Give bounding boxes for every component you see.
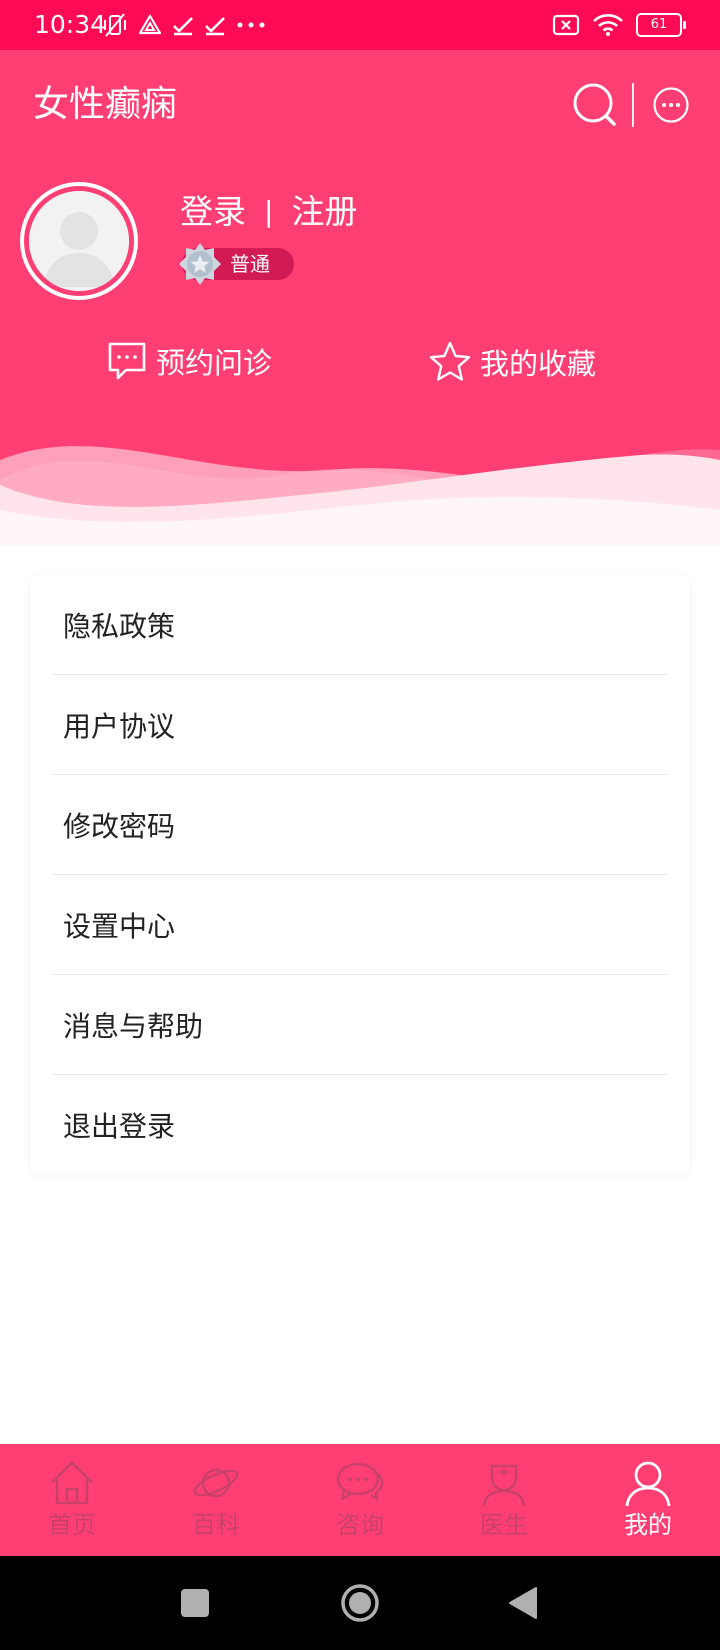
- back-triangle-icon: [509, 1587, 537, 1619]
- auth-separator: |: [264, 195, 274, 228]
- appointment-label: 预约问诊: [156, 346, 273, 380]
- user-icon: [623, 1458, 673, 1508]
- favorites-button[interactable]: 我的收藏: [428, 340, 596, 384]
- planet-icon: [191, 1458, 241, 1508]
- nav-item-home[interactable]: 首页: [0, 1444, 144, 1556]
- nav-item-doctor[interactable]: 医生: [432, 1444, 576, 1556]
- default-avatar-icon: [29, 191, 129, 291]
- nav-label-consult: 咨询: [336, 1511, 384, 1539]
- nav-label-home: 首页: [48, 1511, 96, 1539]
- square-icon: [181, 1589, 209, 1617]
- header-wave: [0, 446, 720, 545]
- header-actions: [572, 80, 690, 130]
- settings-menu: 隐私政策 用户协议 修改密码 设置中心 消息与帮助 退出登录: [30, 575, 690, 1175]
- nav-label-doctor: 医生: [480, 1511, 528, 1539]
- circle-icon: [341, 1584, 379, 1622]
- menu-item-label: 隐私政策: [63, 610, 176, 643]
- menu-item-label: 退出登录: [63, 1110, 176, 1143]
- nav-label-encyclopedia: 百科: [192, 1511, 240, 1539]
- menu-item-logout[interactable]: 退出登录: [30, 1075, 690, 1175]
- header-divider: [632, 83, 634, 127]
- appointment-button[interactable]: 预约问诊: [106, 340, 272, 382]
- auth-links: 登录 | 注册: [180, 192, 357, 232]
- more-circle-icon[interactable]: [652, 86, 690, 124]
- login-link[interactable]: 登录: [180, 192, 246, 232]
- recent-apps-button[interactable]: [180, 1556, 210, 1650]
- wifi-icon: [593, 14, 623, 36]
- more-dots-icon: [237, 22, 265, 28]
- status-left-icons: [102, 10, 266, 40]
- menu-item-label: 设置中心: [63, 910, 176, 943]
- level-star-icon: [179, 243, 221, 285]
- home-icon: [47, 1458, 97, 1508]
- level-label: 普通: [230, 252, 270, 276]
- status-time: 10:34: [34, 10, 107, 39]
- check-icon: [173, 17, 193, 36]
- menu-item-messages-help[interactable]: 消息与帮助: [30, 975, 690, 1075]
- search-icon[interactable]: [572, 82, 618, 128]
- menu-item-change-password[interactable]: 修改密码: [30, 775, 690, 875]
- doctor-icon: [479, 1458, 529, 1508]
- register-link[interactable]: 注册: [291, 192, 357, 232]
- status-bar: 10:34 61: [0, 0, 720, 50]
- menu-item-privacy-policy[interactable]: 隐私政策: [30, 575, 690, 675]
- back-button[interactable]: [508, 1556, 538, 1650]
- avatar-placeholder: [29, 191, 129, 291]
- menu-item-settings-center[interactable]: 设置中心: [30, 875, 690, 975]
- check-icon: [205, 17, 225, 36]
- system-nav-bar: [0, 1556, 720, 1650]
- menu-item-user-agreement[interactable]: 用户协议: [30, 675, 690, 775]
- nav-item-consult[interactable]: 咨询: [288, 1444, 432, 1556]
- message-icon: [106, 340, 148, 382]
- star-icon: [428, 340, 472, 384]
- app-title: 女性癫痫: [33, 84, 178, 125]
- sim-off-icon: [552, 14, 580, 36]
- status-right-icons: 61: [552, 10, 686, 40]
- level-badge: 普通: [179, 243, 294, 285]
- favorites-label: 我的收藏: [480, 347, 597, 381]
- nav-item-encyclopedia[interactable]: 百科: [144, 1444, 288, 1556]
- bottom-nav: 首页 百科 咨询 医生 我的: [0, 1444, 720, 1556]
- nav-item-mine[interactable]: 我的: [576, 1444, 720, 1556]
- chat-icon: [334, 1458, 386, 1508]
- vibrate-off-icon: [104, 13, 126, 37]
- home-system-button[interactable]: [340, 1556, 380, 1650]
- menu-item-label: 用户协议: [63, 710, 176, 743]
- nav-label-mine: 我的: [624, 1511, 672, 1539]
- avatar[interactable]: [20, 182, 138, 300]
- menu-item-label: 消息与帮助: [63, 1010, 204, 1043]
- battery-icon: 61: [636, 13, 686, 37]
- drive-icon: [138, 14, 162, 35]
- profile-header: 女性癫痫 登录 | 注册 普通 预约问诊 我的收藏: [0, 50, 720, 545]
- menu-item-label: 修改密码: [63, 810, 176, 843]
